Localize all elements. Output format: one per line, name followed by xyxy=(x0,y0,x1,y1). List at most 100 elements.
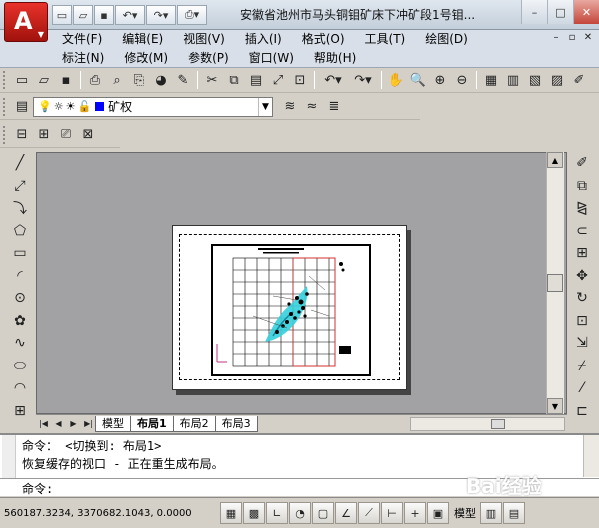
plot-preview-icon[interactable]: ⌕ xyxy=(106,69,128,91)
insert-block-icon[interactable]: ⊞ xyxy=(8,400,32,423)
object-snap-icon[interactable]: ▢ xyxy=(312,502,334,524)
circle-icon[interactable]: ⊙ xyxy=(8,287,32,310)
application-menu-button[interactable]: A ▼ xyxy=(4,2,48,42)
tab-layout1[interactable]: 布局1 xyxy=(130,415,174,432)
construction-line-icon[interactable]: ⤢ xyxy=(8,175,32,198)
clip-icon[interactable]: ⎚ xyxy=(55,124,77,146)
plot-icon[interactable]: ⎙ xyxy=(84,69,106,91)
array-icon[interactable]: ⊞ xyxy=(570,242,594,265)
stretch-icon[interactable]: ⇲ xyxy=(570,332,594,355)
offset-icon[interactable]: ⊂ xyxy=(570,220,594,243)
menu-modify[interactable]: 修改(M) xyxy=(114,49,178,67)
menu-tools[interactable]: 工具(T) xyxy=(355,30,416,48)
mirror-icon[interactable]: ⧎ xyxy=(570,197,594,220)
layout-viewport[interactable] xyxy=(211,244,371,376)
3d-dwf-icon[interactable]: ◕ xyxy=(150,69,172,91)
redo-icon[interactable]: ↷▾ xyxy=(348,69,378,91)
lineweight-icon[interactable]: + xyxy=(404,502,426,524)
freeze-icon[interactable]: ☀ xyxy=(66,100,76,113)
menu-window[interactable]: 窗口(W) xyxy=(239,49,304,67)
polar-tracking-icon[interactable]: ◔ xyxy=(289,502,311,524)
copy-icon[interactable]: ⧉ xyxy=(223,69,245,91)
menu-edit[interactable]: 编辑(E) xyxy=(112,30,173,48)
close-button[interactable]: ✕ xyxy=(573,0,599,24)
doc-restore-button[interactable]: ▫ xyxy=(565,31,579,45)
scroll-down-icon[interactable]: ▼ xyxy=(547,398,563,414)
properties-icon[interactable]: ▦ xyxy=(480,69,502,91)
menu-file[interactable]: 文件(F) xyxy=(52,30,112,48)
horizontal-scroll-thumb[interactable] xyxy=(491,419,505,429)
model-paper-toggle[interactable]: 模型 xyxy=(450,505,480,521)
coordinate-readout[interactable]: 560187.3234, 3370682.1043, 0.0000 xyxy=(0,508,220,519)
print-icon[interactable]: ⎙▾ xyxy=(177,5,207,25)
arc-icon[interactable]: ◜ xyxy=(8,265,32,288)
layer-state-icon[interactable]: ≣ xyxy=(323,96,345,118)
snap-mode-icon[interactable]: ▦ xyxy=(220,502,242,524)
block-editor-icon[interactable]: ⊡ xyxy=(289,69,311,91)
zoom-realtime-icon[interactable]: 🔍 xyxy=(407,69,429,91)
minimize-button[interactable]: – xyxy=(521,0,547,24)
toolbar-grip[interactable] xyxy=(3,125,8,144)
grid-display-icon[interactable]: ▩ xyxy=(243,502,265,524)
menu-view[interactable]: 视图(V) xyxy=(173,30,235,48)
rotate-icon[interactable]: ↻ xyxy=(570,287,594,310)
command-scrollbar[interactable] xyxy=(583,435,599,477)
design-feed-icon[interactable]: ✎ xyxy=(172,69,194,91)
tab-layout3[interactable]: 布局3 xyxy=(214,415,258,432)
scale-icon[interactable]: ⊠ xyxy=(77,124,99,146)
tool-palettes-icon[interactable]: ▧ xyxy=(524,69,546,91)
move-icon[interactable]: ✥ xyxy=(570,265,594,288)
scale-object-icon[interactable]: ⊡ xyxy=(570,310,594,333)
paste-icon[interactable]: ▤ xyxy=(245,69,267,91)
dynamic-ucs-icon[interactable]: ⟋ xyxy=(358,502,380,524)
line-icon[interactable]: ╱ xyxy=(8,152,32,175)
break-icon[interactable]: ⊏ xyxy=(570,400,594,423)
toolbar-grip[interactable] xyxy=(3,71,8,89)
ortho-mode-icon[interactable]: ∟ xyxy=(266,502,288,524)
cut-icon[interactable]: ✂ xyxy=(201,69,223,91)
tab-model[interactable]: 模型 xyxy=(95,415,131,432)
design-center-icon[interactable]: ▥ xyxy=(502,69,524,91)
spline-icon[interactable]: ∿ xyxy=(8,332,32,355)
drawing-area[interactable] xyxy=(36,152,567,414)
ellipse-arc-icon[interactable]: ◠ xyxy=(8,377,32,400)
match-properties-icon[interactable]: ⤢ xyxy=(267,69,289,91)
polyline-icon[interactable]: ⤵ xyxy=(8,197,32,220)
menu-insert[interactable]: 插入(I) xyxy=(235,30,292,48)
quick-properties-icon[interactable]: ▣ xyxy=(427,502,449,524)
menu-parametric[interactable]: 参数(P) xyxy=(178,49,239,67)
sun-icon[interactable]: ☼ xyxy=(54,100,64,113)
sheet-set-icon[interactable]: ▨ xyxy=(546,69,568,91)
save-icon[interactable]: ▪ xyxy=(55,69,77,91)
undo-icon[interactable]: ↶▾ xyxy=(318,69,348,91)
copy-object-icon[interactable]: ⧉ xyxy=(570,175,594,198)
publish-icon[interactable]: ⎘ xyxy=(128,69,150,91)
new-file-icon[interactable]: ▭ xyxy=(52,5,72,25)
lock-icon[interactable]: 🔓 xyxy=(77,100,91,113)
ellipse-icon[interactable]: ⬭ xyxy=(8,355,32,378)
first-tab-icon[interactable]: |◀ xyxy=(36,417,51,431)
last-tab-icon[interactable]: ▶| xyxy=(81,417,96,431)
layer-manager-icon[interactable]: ▤ xyxy=(11,96,33,118)
new-file-icon[interactable]: ▭ xyxy=(11,69,33,91)
doc-close-button[interactable]: ✕ xyxy=(581,31,595,45)
open-folder-icon[interactable]: ▱ xyxy=(33,69,55,91)
erase-icon[interactable]: ✐ xyxy=(570,152,594,175)
menu-dimension[interactable]: 标注(N) xyxy=(52,49,114,67)
vertical-scroll-thumb[interactable] xyxy=(547,274,563,292)
next-tab-icon[interactable]: ▶ xyxy=(66,417,81,431)
revision-cloud-icon[interactable]: ✿ xyxy=(8,310,32,333)
zoom-previous-icon[interactable]: ⊖ xyxy=(451,69,473,91)
polygon-icon[interactable]: ⬠ xyxy=(8,220,32,243)
menu-help[interactable]: 帮助(H) xyxy=(304,49,366,67)
doc-minimize-button[interactable]: – xyxy=(549,31,563,45)
zoom-window-icon[interactable]: ⊕ xyxy=(429,69,451,91)
quick-view-layouts-icon[interactable]: ▥ xyxy=(480,502,502,524)
extend-icon[interactable]: ⁄ xyxy=(570,377,594,400)
markup-icon[interactable]: ✐ xyxy=(568,69,590,91)
rectangle-icon[interactable]: ▭ xyxy=(8,242,32,265)
trim-icon[interactable]: ⌿ xyxy=(570,355,594,378)
open-folder-icon[interactable]: ▱ xyxy=(73,5,93,25)
save-icon[interactable]: ▪ xyxy=(94,5,114,25)
menu-format[interactable]: 格式(O) xyxy=(292,30,355,48)
